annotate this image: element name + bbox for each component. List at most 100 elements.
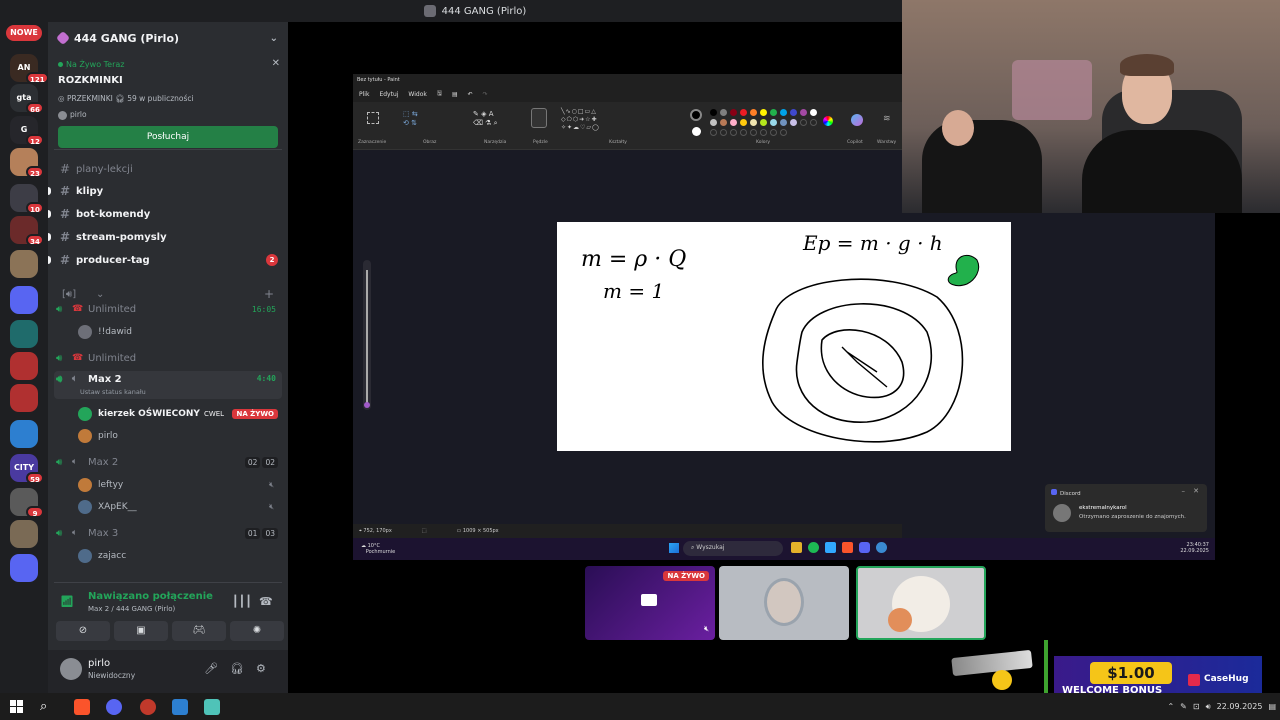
voice-member[interactable]: !!dawid <box>78 322 282 342</box>
redo-icon[interactable]: ↷ <box>483 91 488 98</box>
folder-icon[interactable] <box>791 542 802 553</box>
undo-icon[interactable]: ↶ <box>468 91 473 98</box>
brush-icon[interactable] <box>531 108 547 128</box>
server-icon[interactable] <box>10 286 38 314</box>
close-icon[interactable]: ✕ <box>272 58 280 69</box>
empty-swatch[interactable] <box>730 129 737 136</box>
palette-swatch[interactable] <box>790 109 797 116</box>
headphones-icon[interactable]: 🎧︎ <box>230 662 244 675</box>
tools-icon[interactable]: ✎ ◈ A ⌫ ⚗ ⌕ <box>473 110 498 128</box>
voice-channel[interactable]: 🔊︎ 🔈︎ Max 3 01 03 <box>54 523 282 543</box>
channel-status[interactable]: Ustaw status kanału <box>80 388 146 396</box>
spotify-icon[interactable] <box>808 542 819 553</box>
user-avatar[interactable] <box>60 658 82 680</box>
palette-swatch[interactable] <box>740 109 747 116</box>
server-icon[interactable] <box>10 250 38 278</box>
paint-icon[interactable] <box>876 542 887 553</box>
empty-swatch[interactable] <box>710 129 717 136</box>
voice-member[interactable]: kierzek OŚWIECONY CWEL NA ŻYWO <box>78 404 282 424</box>
empty-swatch[interactable] <box>740 129 747 136</box>
disconnect-icon[interactable]: ☎ <box>259 595 273 608</box>
discord-notification[interactable]: Discord – ✕ ekstremalnykarol Otrzymano z… <box>1045 484 1207 532</box>
channel-plany-lekcji[interactable]: # plany-lekcji <box>54 159 282 179</box>
screen-share-button[interactable]: ▣ <box>114 621 168 641</box>
mute-icon[interactable]: 🔇︎ <box>704 624 709 634</box>
color-picker-icon[interactable] <box>823 116 833 126</box>
menu-file[interactable]: Plik <box>359 91 369 98</box>
voice-member[interactable]: pirlo <box>78 426 282 446</box>
photoshop-icon[interactable] <box>825 542 836 553</box>
palette-swatch[interactable] <box>760 109 767 116</box>
copilot-icon[interactable] <box>851 114 863 126</box>
empty-swatch[interactable] <box>760 129 767 136</box>
chevron-down-icon[interactable]: ⌄ <box>270 33 278 44</box>
empty-swatch[interactable] <box>810 119 817 126</box>
image-tools-icon[interactable]: ⬚ ⇆ ⟲ ⇅ <box>403 110 418 128</box>
layers-icon[interactable]: ≋ <box>883 114 891 124</box>
palette-swatch[interactable] <box>720 119 727 126</box>
pen-icon[interactable]: ✎ <box>1180 702 1187 711</box>
server-icon[interactable] <box>10 420 38 448</box>
empty-swatch[interactable] <box>800 119 807 126</box>
channel-klipy[interactable]: # klipy <box>48 181 282 201</box>
palette-swatch[interactable] <box>720 109 727 116</box>
palette-swatch[interactable] <box>750 109 757 116</box>
shapes-icon[interactable]: ╲∿○□▭△ ◇⬠⬡➜☆✚ ✧✦☁♡▱◯ <box>561 108 600 132</box>
server-icon[interactable] <box>10 352 38 380</box>
channel-producer-tag[interactable]: # producer-tag 2 <box>48 250 282 270</box>
server-header[interactable]: 444 GANG (Pirlo) ⌄ <box>48 22 288 54</box>
listen-button[interactable]: Posłuchaj <box>58 126 278 148</box>
voice-member[interactable]: zajacc <box>78 546 282 566</box>
palette-swatch[interactable] <box>770 109 777 116</box>
empty-swatch[interactable] <box>780 129 787 136</box>
primary-color[interactable] <box>690 109 702 121</box>
empty-swatch[interactable] <box>770 129 777 136</box>
gear-icon[interactable]: ⚙ <box>256 662 266 675</box>
voice-channel[interactable]: 🔊︎ ☎ Unlimited 16:05 <box>54 299 282 319</box>
voice-channel[interactable]: 🔊︎ ☎ Unlimited <box>54 348 282 368</box>
drawing-canvas[interactable]: m = ρ · Q m = 1 Ep = m · g · h <box>557 222 1011 451</box>
palette-swatch[interactable] <box>780 109 787 116</box>
slider-thumb[interactable] <box>364 402 370 408</box>
palette-swatch[interactable] <box>710 119 717 126</box>
palette-swatch[interactable] <box>710 109 717 116</box>
close-icon[interactable]: ✕ <box>1193 487 1199 495</box>
brave-icon[interactable] <box>74 699 90 715</box>
obs-icon[interactable] <box>140 699 156 715</box>
empty-swatch[interactable] <box>750 129 757 136</box>
soundboard-button[interactable]: ✺ <box>230 621 284 641</box>
search-icon[interactable]: ⌕ <box>40 699 56 715</box>
channel-bot-komendy[interactable]: # bot-komendy <box>48 204 282 224</box>
channel-stream-pomysly[interactable]: # stream-pomysly <box>48 227 282 247</box>
start-icon[interactable] <box>669 543 679 553</box>
palette-swatch[interactable] <box>810 109 817 116</box>
stream-thumbnail-avatar[interactable] <box>856 566 986 640</box>
server-icon[interactable] <box>10 320 38 348</box>
minimize-icon[interactable]: – <box>1182 487 1186 495</box>
activities-button[interactable]: 🎮︎ <box>172 621 226 641</box>
stream-thumbnail-user[interactable] <box>719 566 849 640</box>
server-icon[interactable] <box>10 384 38 412</box>
menu-view[interactable]: Widok <box>408 91 426 98</box>
voice-member[interactable]: leftyy 🔇︎ <box>78 475 282 495</box>
save-icon[interactable]: 🖫 <box>437 89 442 99</box>
palette-swatch[interactable] <box>780 119 787 126</box>
stream-thumbnail-screen[interactable]: NA ŻYWO 🔇︎ <box>585 566 715 640</box>
app-icon[interactable] <box>172 699 188 715</box>
discord-icon[interactable] <box>106 699 122 715</box>
palette-swatch[interactable] <box>760 119 767 126</box>
weather-widget[interactable]: ☁ 10°C Pochmurnie <box>361 543 395 555</box>
search-box[interactable]: ⌕ Wyszukaj <box>683 541 783 556</box>
palette-swatch[interactable] <box>790 119 797 126</box>
camera-off-button[interactable]: ⊘ <box>56 621 110 641</box>
volume-icon[interactable]: 🔊︎ <box>1206 702 1211 712</box>
select-icon[interactable] <box>367 112 379 124</box>
server-icon[interactable] <box>10 554 38 582</box>
open-icon[interactable]: ▤ <box>452 91 458 98</box>
notification-icon[interactable]: ▤ <box>1268 702 1276 711</box>
palette-swatch[interactable] <box>770 119 777 126</box>
palette-swatch[interactable] <box>750 119 757 126</box>
zoom-slider[interactable] <box>363 260 371 410</box>
network-icon[interactable]: ⊡ <box>1193 702 1200 711</box>
soundboard-icon[interactable]: ┃┃┃ <box>232 595 252 608</box>
